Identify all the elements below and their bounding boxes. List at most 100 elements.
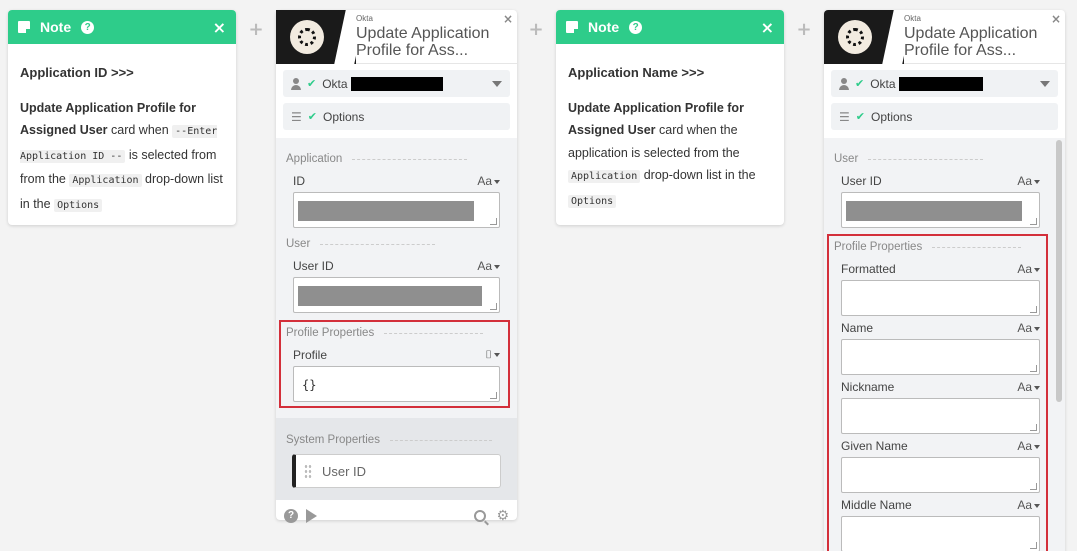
note-code: Application <box>568 170 641 183</box>
user-icon <box>291 77 301 90</box>
field-given-name: Given Name Aa <box>841 438 1040 493</box>
field-label: Name <box>841 321 874 335</box>
field-label: Middle Name <box>841 498 912 512</box>
note-card-application-name: Note ? × Application Name >>> Update App… <box>556 10 784 225</box>
profile-properties-highlight: Profile Properties Profile ⌷ {} <box>279 320 510 408</box>
redacted-value <box>298 201 474 221</box>
section-label: Profile Properties <box>834 241 923 253</box>
section-label: User <box>286 238 311 250</box>
card-title: Update Application Profile for Ass... <box>356 25 490 59</box>
note-body: Application ID >>> Update Application Pr… <box>8 44 236 231</box>
add-connector-1[interactable]: + <box>248 20 264 40</box>
sliders-icon: ☰ <box>291 109 302 124</box>
text-type-dropdown[interactable]: Aa <box>1017 262 1040 276</box>
account-label: Okta <box>322 76 348 91</box>
options-label: Options <box>322 109 365 124</box>
options-label: Options <box>870 109 913 124</box>
system-property-label: User ID <box>322 463 367 479</box>
text-type-dropdown[interactable]: Aa <box>477 174 500 188</box>
section-label: System Properties <box>286 434 380 446</box>
help-icon[interactable]: ? <box>629 20 643 34</box>
section-system-properties: System Properties <box>276 432 517 448</box>
text-type-dropdown[interactable]: Aa <box>477 259 500 273</box>
okta-card-application-id: Okta Update Application Profile for Ass.… <box>276 10 517 524</box>
text-type-dropdown[interactable]: Aa <box>1017 498 1040 512</box>
note-title: Note <box>588 19 620 35</box>
profile-input[interactable]: {} <box>293 366 500 402</box>
middle-name-input[interactable] <box>841 516 1040 551</box>
section-profile-properties: Profile Properties <box>829 239 1046 255</box>
section-label: Application <box>286 153 343 165</box>
note-title: Note <box>40 19 72 35</box>
card-body: User User ID Aa Profile Properties Format… <box>824 138 1065 551</box>
workflow-canvas: + + + Note ? × Application ID >>> Update… <box>0 0 1077 551</box>
text-type-dropdown[interactable]: Aa <box>1017 321 1040 335</box>
formatted-input[interactable] <box>841 280 1040 316</box>
chevron-down-icon[interactable] <box>492 80 502 87</box>
field-nickname: Nickname Aa <box>841 379 1040 434</box>
account-selector[interactable]: ✔ Okta <box>831 70 1058 97</box>
gear-icon[interactable]: ⚙ <box>496 508 509 524</box>
text-type-dropdown[interactable]: Aa <box>1017 439 1040 453</box>
note-body: Application Name >>> Update Application … <box>556 44 784 227</box>
note-heading: Application ID >>> <box>20 65 134 80</box>
note-text: Update Application Profile for Assigned … <box>568 97 772 214</box>
close-icon[interactable]: × <box>503 12 513 26</box>
options-toggle[interactable]: ☰ ✔ Options <box>283 103 510 130</box>
add-connector-2[interactable]: + <box>528 20 544 40</box>
chevron-down-icon[interactable] <box>1040 80 1050 87</box>
card-header: Okta Update Application Profile for Ass.… <box>276 10 517 64</box>
note-icon <box>18 21 31 34</box>
note-code: Application <box>69 174 142 187</box>
drag-handle-icon[interactable] <box>304 464 312 478</box>
note-heading: Application Name >>> <box>568 65 705 80</box>
okta-logo-icon <box>290 20 324 54</box>
note-text-part: card when <box>107 123 173 137</box>
add-connector-3[interactable]: + <box>796 20 812 40</box>
nickname-input[interactable] <box>841 398 1040 434</box>
account-label: Okta <box>870 76 896 91</box>
check-icon: ✔ <box>855 110 865 123</box>
system-property-user-id[interactable]: User ID <box>292 454 501 488</box>
close-icon[interactable]: × <box>761 18 774 37</box>
close-icon[interactable]: × <box>213 18 226 37</box>
text-type-dropdown[interactable]: Aa <box>1017 174 1040 188</box>
check-icon: ✔ <box>307 77 317 90</box>
json-type-dropdown[interactable]: ⌷ <box>485 349 500 362</box>
help-icon[interactable]: ? <box>284 509 298 523</box>
profile-properties-highlight: Profile Properties Formatted Aa Name Aa Ni… <box>827 234 1048 551</box>
scrollbar[interactable] <box>1056 140 1062 402</box>
system-properties-area: System Properties User ID <box>276 418 517 500</box>
id-input[interactable] <box>293 192 500 228</box>
note-icon <box>566 21 579 34</box>
field-name: Name Aa <box>841 320 1040 375</box>
options-toggle[interactable]: ☰ ✔ Options <box>831 103 1058 130</box>
section-application: Application <box>276 151 517 167</box>
note-code: Options <box>54 198 103 212</box>
note-card-application-id: Note ? × Application ID >>> Update Appli… <box>8 10 236 225</box>
help-icon[interactable]: ? <box>81 20 95 34</box>
account-selector[interactable]: ✔ Okta <box>283 70 510 97</box>
text-type-dropdown[interactable]: Aa <box>1017 380 1040 394</box>
section-user: User <box>276 236 517 252</box>
close-icon[interactable]: × <box>1051 12 1061 26</box>
field-profile: Profile ⌷ {} <box>293 347 500 402</box>
play-icon[interactable] <box>306 509 317 523</box>
field-user-id: User ID Aa <box>293 258 500 313</box>
section-label: Profile Properties <box>286 327 375 339</box>
field-label: User ID <box>293 259 334 273</box>
redacted-value <box>298 286 482 306</box>
note-text-part: drop-down list in the <box>640 168 756 182</box>
card-header: Okta Update Application Profile for Ass.… <box>824 10 1065 64</box>
given-name-input[interactable] <box>841 457 1040 493</box>
okta-card-application-name: Okta Update Application Profile for Ass.… <box>824 10 1065 551</box>
search-icon[interactable] <box>474 510 487 522</box>
name-input[interactable] <box>841 339 1040 375</box>
card-title: Update Application Profile for Ass... <box>904 25 1038 59</box>
sliders-icon: ☰ <box>839 109 850 124</box>
redacted-account-name <box>898 76 983 91</box>
redacted-account-name <box>350 76 443 91</box>
user-id-input[interactable] <box>293 277 500 313</box>
user-id-input[interactable] <box>841 192 1040 228</box>
card-provider: Okta <box>904 14 921 23</box>
